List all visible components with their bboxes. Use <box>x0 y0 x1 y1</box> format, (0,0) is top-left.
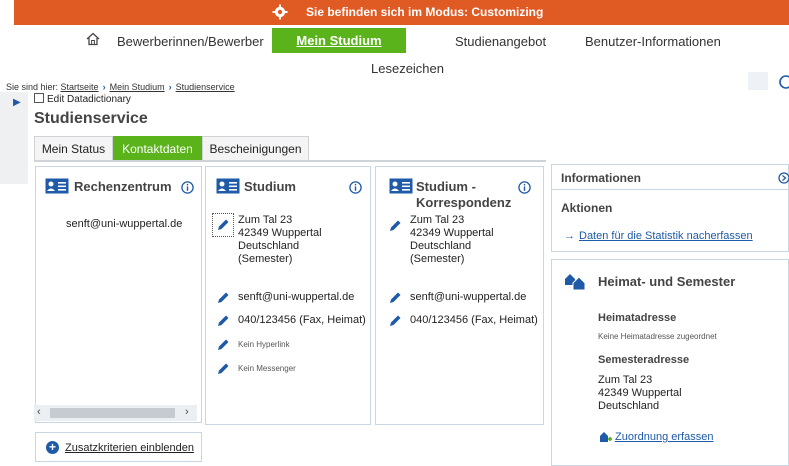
nav-lesezeichen[interactable]: Lesezeichen <box>371 61 444 76</box>
informationen-panel: Informationen Aktionen → Daten für die St… <box>551 164 789 252</box>
edit-datadictionary-checkbox[interactable] <box>34 93 44 103</box>
aktionen-title: Aktionen <box>561 201 613 215</box>
horizontal-scrollbar[interactable]: ‹ › <box>34 405 197 421</box>
customizing-banner: Sie befinden sich im Modus: Customizing <box>14 0 789 25</box>
card-studium: Studium Zum Tal 23 42349 Wuppertal Deuts… <box>205 166 371 425</box>
help-circle-icon[interactable] <box>778 74 789 90</box>
nav-bewerber[interactable]: Bewerberinnen/Bewerber <box>117 34 264 49</box>
zusatzkriterien-label[interactable]: Zusatzkriterien einblenden <box>65 442 200 454</box>
studium-phone: 040/123456 (Fax, Heimat) <box>238 314 366 326</box>
scroll-left-icon[interactable]: ‹ <box>37 406 41 418</box>
heimatadresse-none: Keine Heimatadresse zugeordnet <box>598 332 717 341</box>
semesteradresse-line: Deutschland <box>598 400 660 412</box>
studium-address-line: 42349 Wuppertal <box>238 227 322 239</box>
card-title-korrespondenz-line2: Korrespondenz <box>416 195 512 210</box>
edit-pencil-icon[interactable] <box>216 218 230 232</box>
korrespondenz-phone: 040/123456 (Fax, Heimat) <box>410 314 538 326</box>
breadcrumb-prefix: Sie sind hier: <box>6 82 59 92</box>
aktion-statistik-label[interactable]: Daten für die Statistik nacherfassen <box>579 230 753 242</box>
edit-pencil-icon[interactable] <box>388 219 402 233</box>
toolbar-placeholder <box>748 72 768 90</box>
edit-pencil-icon[interactable] <box>216 314 230 328</box>
contact-card-icon <box>45 178 69 194</box>
korrespondenz-address-line: Zum Tal 23 <box>410 214 465 226</box>
contact-card-icon <box>389 178 413 194</box>
studium-address: Zum Tal 23 42349 Wuppertal Deutschland (… <box>238 214 368 266</box>
breadcrumb-mein-studium[interactable]: Mein Studium <box>110 82 165 92</box>
rechenzentrum-email: senft@uni-wuppertal.de <box>66 218 183 230</box>
top-navigation: Bewerberinnen/Bewerber Mein Studium Stud… <box>14 28 789 56</box>
edit-pencil-icon[interactable] <box>216 291 230 305</box>
tab-mein-status[interactable]: Mein Status <box>34 136 113 160</box>
tab-divider <box>34 160 546 162</box>
edit-pencil-icon[interactable] <box>388 291 402 305</box>
banner-text: Sie befinden sich im Modus: Customizing <box>306 5 544 19</box>
informationen-title[interactable]: Informationen <box>561 171 641 185</box>
home-icon[interactable] <box>86 32 100 46</box>
aktion-statistik-link[interactable]: → Daten für die Statistik nacherfassen <box>564 230 753 242</box>
studium-hyperlink: Kein Hyperlink <box>238 340 290 349</box>
edit-datadictionary-label: Edit Datadictionary <box>47 94 131 105</box>
houses-icon <box>565 274 586 291</box>
card-title-korrespondenz-line1: Studium - <box>416 179 476 194</box>
breadcrumb-startseite[interactable]: Startseite <box>61 82 99 92</box>
korrespondenz-address-line: Deutschland <box>410 240 472 252</box>
studium-address-line: Zum Tal 23 <box>238 214 293 226</box>
korrespondenz-address-line: 42349 Wuppertal <box>410 227 494 239</box>
nav-mein-studium[interactable]: Mein Studium <box>272 28 406 53</box>
heimat-semester-title: Heimat- und Semester <box>598 274 736 289</box>
studium-email: senft@uni-wuppertal.de <box>238 291 355 303</box>
edit-datadictionary[interactable]: Edit Datadictionary <box>34 93 131 105</box>
scrollbar-thumb[interactable] <box>50 408 175 418</box>
semesteradresse: Zum Tal 23 42349 Wuppertal Deutschland <box>598 374 778 413</box>
breadcrumb-studienservice[interactable]: Studienservice <box>176 82 235 92</box>
nav-studienangebot[interactable]: Studienangebot <box>455 34 546 49</box>
heimatadresse-label: Heimatadresse <box>598 312 677 324</box>
card-rechenzentrum: Rechenzentrum senft@uni-wuppertal.de <box>35 166 202 423</box>
edit-pencil-icon[interactable] <box>216 362 230 376</box>
tab-bescheinigungen[interactable]: Bescheinigungen <box>202 136 309 160</box>
info-icon[interactable] <box>518 181 531 194</box>
info-icon[interactable] <box>349 181 362 194</box>
studium-address-line: (Semester) <box>238 253 293 265</box>
tab-kontaktdaten[interactable]: Kontaktdaten <box>113 136 202 160</box>
expand-circle-icon[interactable] <box>778 172 789 184</box>
sidebar-expand-icon[interactable]: ▶ <box>13 97 21 108</box>
korrespondenz-address-line: (Semester) <box>410 253 465 265</box>
semesteradresse-line: 42349 Wuppertal <box>598 387 682 399</box>
card-title-rechenzentrum: Rechenzentrum <box>74 179 172 194</box>
card-korrespondenz: Studium - Korrespondenz Zum Tal 23 42349… <box>375 166 544 425</box>
nav-benutzer-informationen[interactable]: Benutzer-Informationen <box>585 34 721 49</box>
studium-messenger: Kein Messenger <box>238 364 296 373</box>
assign-icon <box>600 432 612 442</box>
gear-icon <box>272 4 288 20</box>
breadcrumb-separator-icon: › <box>168 82 172 92</box>
edit-pencil-icon[interactable] <box>216 338 230 352</box>
panel-divider <box>552 189 789 190</box>
arrow-right-icon: → <box>564 230 575 242</box>
zuordnung-erfassen-link[interactable]: Zuordnung erfassen <box>615 431 713 443</box>
scroll-right-icon[interactable]: › <box>185 406 189 418</box>
card-title-studium: Studium <box>244 179 296 194</box>
contact-card-icon <box>216 178 240 194</box>
breadcrumb-separator-icon: › <box>102 82 106 92</box>
korrespondenz-address: Zum Tal 23 42349 Wuppertal Deutschland (… <box>410 214 540 266</box>
semesteradresse-label: Semesteradresse <box>598 354 690 366</box>
info-icon[interactable] <box>181 181 194 194</box>
studium-address-line: Deutschland <box>238 240 300 252</box>
page-title: Studienservice <box>34 110 148 127</box>
zusatzkriterien-button[interactable]: + Zusatzkriterien einblenden <box>35 432 202 462</box>
edit-pencil-icon[interactable] <box>388 314 402 328</box>
breadcrumb: Sie sind hier: Startseite › Mein Studium › S… <box>6 82 235 92</box>
semesteradresse-line: Zum Tal 23 <box>598 374 653 386</box>
plus-icon: + <box>46 441 59 454</box>
heimat-semester-panel: Heimat- und Semester Heimatadresse Keine… <box>551 259 789 466</box>
korrespondenz-email: senft@uni-wuppertal.de <box>410 291 527 303</box>
